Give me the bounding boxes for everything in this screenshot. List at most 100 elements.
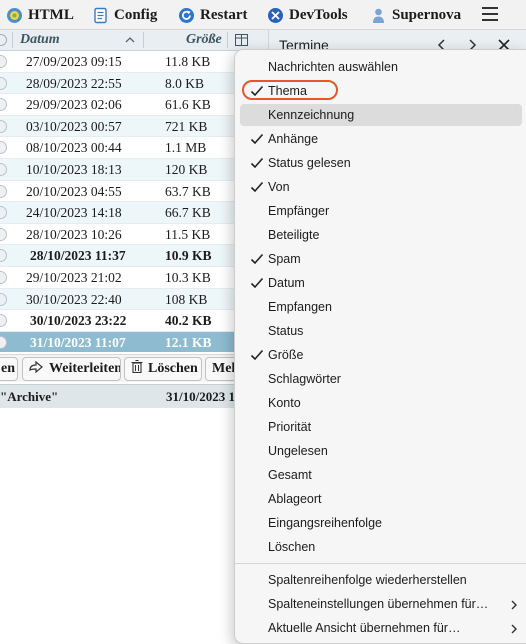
table-row[interactable]: 29/10/2023 21:02 10.3 KB [0,267,268,289]
table-row[interactable]: 24/10/2023 14:18 66.7 KB [0,202,268,224]
menu-item-label: Status [268,324,304,338]
table-row[interactable]: 31/10/2023 11:07 12.1 KB [0,331,268,352]
menu-item-konto[interactable]: Konto [240,392,522,414]
read-status-icon[interactable] [0,55,7,68]
html-label: HTML [28,6,74,23]
menu-item-label: Ungelesen [268,444,328,458]
menu-item-spalteneinstellungen-ubernehmen-fur[interactable]: Spalteneinstellungen übernehmen für… [240,593,522,615]
devtools-button[interactable]: DevTools [267,4,348,26]
row-size: 40.2 KB [165,313,212,329]
table-row[interactable]: 20/10/2023 04:55 63.7 KB [0,181,268,203]
menu-item-status[interactable]: Status [240,320,522,342]
menu-item-label: Von [268,180,290,194]
status-bar: "Archive" 31/10/2023 1 [0,384,268,408]
row-size: 61.6 KB [165,97,211,113]
row-date: 31/10/2023 11:07 [30,334,126,350]
menu-item-empfangen[interactable]: Empfangen [240,296,522,318]
reply-button[interactable]: en [0,357,18,381]
table-row[interactable]: 28/10/2023 10:26 11.5 KB [0,224,268,246]
table-row[interactable]: 28/09/2023 22:55 8.0 KB [0,72,268,95]
chevron-right-icon [510,599,518,610]
forward-button[interactable]: Weiterleiten [22,357,121,381]
config-button[interactable]: Config [92,4,157,26]
table-row[interactable]: 30/10/2023 23:22 40.2 KB [0,310,268,332]
row-date: 20/10/2023 04:55 [26,183,122,199]
hamburger-menu-icon[interactable] [482,7,498,21]
read-status-column-icon[interactable] [0,34,7,46]
table-row[interactable]: 10/10/2023 18:13 120 KB [0,159,268,181]
menu-item-datum[interactable]: Datum [240,272,522,294]
row-size: 11.8 KB [165,54,211,69]
row-date: 30/10/2023 23:22 [30,313,127,329]
menu-item-label: Empfangen [268,300,332,314]
restart-icon [178,7,195,24]
menu-item-anhange[interactable]: Anhänge [240,128,522,150]
row-size: 12.1 KB [165,334,212,350]
menu-item-von[interactable]: Von [240,176,522,198]
read-status-icon[interactable] [0,335,7,349]
menu-item-prioritat[interactable]: Priorität [240,416,522,438]
toolbar: HTML Config Restart DevTools Supernova [0,0,526,30]
read-status-icon[interactable] [0,271,7,284]
menu-item-beteiligte[interactable]: Beteiligte [240,224,522,246]
read-status-icon[interactable] [0,249,7,263]
table-row[interactable]: 30/10/2023 22:40 108 KB [0,288,268,311]
row-date: 30/10/2023 22:40 [26,291,122,307]
menu-item-spam[interactable]: Spam [240,248,522,270]
message-list: Datum Größe 27/09/2023 09:15 11.8 KB 28/09… [0,30,268,352]
column-header-date[interactable]: Datum [20,32,60,48]
read-status-icon[interactable] [0,314,7,328]
read-status-icon[interactable] [0,141,7,155]
menu-item-ablageort[interactable]: Ablageort [240,488,522,510]
delete-button[interactable]: Löschen [124,357,202,381]
menu-item-aktuelle-ansicht-ubernehmen-fur[interactable]: Aktuelle Ansicht übernehmen für… [240,617,522,639]
row-date: 29/09/2023 02:06 [26,97,122,113]
table-row[interactable]: 03/10/2023 00:57 721 KB [0,115,268,138]
row-size: 8.0 KB [165,75,205,91]
menu-item-loschen[interactable]: Löschen [240,536,522,558]
menu-item-spaltenreihenfolge-wiederherstellen[interactable]: Spaltenreihenfolge wiederherstellen [240,569,522,591]
row-date: 28/10/2023 10:26 [26,226,122,242]
read-status-icon[interactable] [0,292,7,306]
table-row[interactable]: 28/10/2023 11:37 10.9 KB [0,245,268,267]
read-status-icon[interactable] [0,119,7,133]
menu-item-gesamt[interactable]: Gesamt [240,464,522,486]
menu-item-status-gelesen[interactable]: Status gelesen [240,152,522,174]
menu-item-kennzeichnung[interactable]: Kennzeichnung [240,104,522,126]
row-size: 63.7 KB [165,183,211,199]
menu-item-grosse[interactable]: Größe [240,344,522,366]
read-status-icon[interactable] [0,206,7,220]
supernova-button[interactable]: Supernova [370,4,461,26]
supernova-icon [370,7,387,24]
table-row[interactable]: 27/09/2023 09:15 11.8 KB [0,51,268,73]
read-status-icon[interactable] [0,184,7,198]
column-header-size[interactable]: Größe [186,32,222,48]
read-status-icon[interactable] [0,76,7,90]
menu-item-label: Status gelesen [268,156,351,170]
menu-item-empfanger[interactable]: Empfänger [240,200,522,222]
read-status-icon[interactable] [0,227,7,241]
read-status-icon[interactable] [0,163,7,176]
row-date: 28/10/2023 11:37 [30,248,126,264]
menu-item-schlagworter[interactable]: Schlagwörter [240,368,522,390]
column-picker-icon[interactable] [235,34,248,46]
menu-item-label: Aktuelle Ansicht übernehmen für… [268,621,461,635]
html-button[interactable]: HTML [6,4,74,26]
menu-item-label: Eingangsreihenfolge [268,516,382,530]
row-size: 10.3 KB [165,270,211,285]
row-size: 120 KB [165,162,208,177]
read-status-icon[interactable] [0,98,7,112]
menu-item-eingangsreihenfolge[interactable]: Eingangsreihenfolge [240,512,522,534]
checkmark-icon [250,253,264,265]
restart-button[interactable]: Restart [178,4,247,26]
menu-item-label: Spaltenreihenfolge wiederherstellen [268,573,467,587]
row-size: 11.5 KB [165,226,211,242]
menu-item-label: Anhänge [268,132,319,146]
table-row[interactable]: 08/10/2023 00:44 1.1 MB [0,137,268,159]
menu-item-label: Nachrichten auswählen [268,60,398,74]
menu-item-ungelesen[interactable]: Ungelesen [240,440,522,462]
restart-label: Restart [200,6,248,23]
menu-item-nachrichten-auswahlen[interactable]: Nachrichten auswählen [240,56,522,78]
status-date: 31/10/2023 1 [166,389,235,404]
table-row[interactable]: 29/09/2023 02:06 61.6 KB [0,94,268,116]
